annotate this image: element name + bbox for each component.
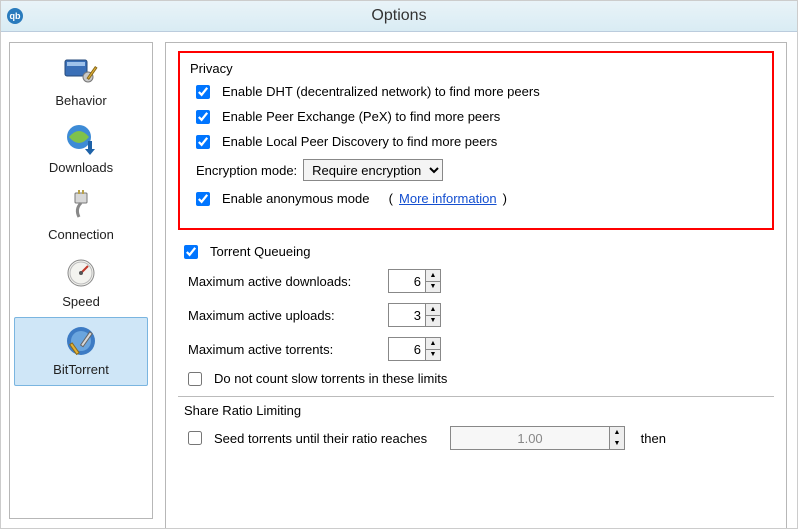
title-bar: qb Options: [1, 1, 797, 32]
seed-until-input[interactable]: [451, 427, 609, 449]
max-tor-input[interactable]: [389, 338, 425, 360]
sidebar-item-bittorrent[interactable]: BitTorrent: [14, 317, 148, 386]
anon-more-open: (: [389, 191, 393, 206]
max-ul-input[interactable]: [389, 304, 425, 326]
spinner-down-icon[interactable]: ▼: [426, 350, 440, 361]
encryption-label: Encryption mode:: [196, 163, 297, 178]
queue-enable-row: Torrent Queueing: [184, 244, 774, 259]
ratio-section-title: Share Ratio Limiting: [184, 403, 774, 418]
pex-label: Enable Peer Exchange (PeX) to find more …: [222, 109, 500, 124]
encryption-select[interactable]: Require encryption: [303, 159, 443, 181]
queue-enable-checkbox[interactable]: [184, 245, 198, 259]
max-ul-row: Maximum active uploads: ▲▼: [188, 303, 774, 327]
anon-more-close: ): [503, 191, 507, 206]
downloads-icon: [58, 120, 104, 158]
max-dl-input[interactable]: [389, 270, 425, 292]
dht-row: Enable DHT (decentralized network) to fi…: [196, 84, 762, 99]
no-slow-label: Do not count slow torrents in these limi…: [214, 371, 447, 386]
max-dl-spinner[interactable]: ▲▼: [388, 269, 441, 293]
app-icon: qb: [7, 8, 23, 24]
max-tor-row: Maximum active torrents: ▲▼: [188, 337, 774, 361]
max-tor-spinner[interactable]: ▲▼: [388, 337, 441, 361]
lpd-label: Enable Local Peer Discovery to find more…: [222, 134, 497, 149]
spinner-down-icon[interactable]: ▼: [426, 282, 440, 293]
pex-row: Enable Peer Exchange (PeX) to find more …: [196, 109, 762, 124]
seed-until-spinner[interactable]: ▲▼: [450, 426, 625, 450]
seed-until-then: then: [641, 431, 666, 446]
encryption-row: Encryption mode: Require encryption: [196, 159, 762, 181]
sidebar-item-speed[interactable]: Speed: [14, 250, 148, 317]
lpd-checkbox[interactable]: [196, 135, 210, 149]
sidebar: Behavior Downloads: [9, 42, 153, 519]
anon-checkbox[interactable]: [196, 192, 210, 206]
sidebar-item-label: Downloads: [49, 160, 113, 175]
seed-until-checkbox[interactable]: [188, 431, 202, 445]
pex-checkbox[interactable]: [196, 110, 210, 124]
no-slow-row: Do not count slow torrents in these limi…: [188, 371, 774, 386]
max-ul-spinner[interactable]: ▲▼: [388, 303, 441, 327]
options-window: qb Options Behavior: [0, 0, 798, 529]
spinner-down-icon[interactable]: ▼: [610, 438, 624, 449]
sidebar-item-label: Speed: [62, 294, 100, 309]
no-slow-checkbox[interactable]: [188, 372, 202, 386]
connection-icon: [58, 187, 104, 225]
sidebar-item-label: BitTorrent: [53, 362, 109, 377]
settings-panel: Privacy Enable DHT (decentralized networ…: [165, 42, 787, 529]
max-dl-label: Maximum active downloads:: [188, 274, 378, 289]
anon-row: Enable anonymous mode ( More information): [196, 191, 762, 206]
sidebar-item-label: Connection: [48, 227, 114, 242]
spinner-up-icon[interactable]: ▲: [426, 304, 440, 316]
dht-checkbox[interactable]: [196, 85, 210, 99]
main-area: Privacy Enable DHT (decentralized networ…: [161, 32, 797, 529]
behavior-icon: [58, 53, 104, 91]
section-divider: [178, 396, 774, 397]
anon-label: Enable anonymous mode: [222, 191, 369, 206]
sidebar-item-behavior[interactable]: Behavior: [14, 49, 148, 116]
max-ul-label: Maximum active uploads:: [188, 308, 378, 323]
speed-icon: [58, 254, 104, 292]
queue-enable-label: Torrent Queueing: [210, 244, 310, 259]
anon-more-link[interactable]: More information: [399, 191, 497, 206]
dht-label: Enable DHT (decentralized network) to fi…: [222, 84, 540, 99]
seed-until-label: Seed torrents until their ratio reaches: [214, 431, 427, 446]
bittorrent-icon: [58, 322, 104, 360]
max-tor-label: Maximum active torrents:: [188, 342, 378, 357]
window-title: Options: [371, 7, 426, 25]
privacy-section-title: Privacy: [190, 61, 762, 76]
sidebar-item-downloads[interactable]: Downloads: [14, 116, 148, 183]
privacy-section-highlight: Privacy Enable DHT (decentralized networ…: [178, 51, 774, 230]
spinner-down-icon[interactable]: ▼: [426, 316, 440, 327]
spinner-up-icon[interactable]: ▲: [610, 427, 624, 438]
max-dl-row: Maximum active downloads: ▲▼: [188, 269, 774, 293]
spinner-up-icon[interactable]: ▲: [426, 338, 440, 350]
seed-until-row: Seed torrents until their ratio reaches …: [188, 426, 774, 450]
sidebar-container: Behavior Downloads: [1, 32, 161, 529]
sidebar-item-connection[interactable]: Connection: [14, 183, 148, 250]
spinner-up-icon[interactable]: ▲: [426, 270, 440, 282]
window-body: Behavior Downloads: [1, 32, 797, 529]
sidebar-item-label: Behavior: [55, 93, 106, 108]
lpd-row: Enable Local Peer Discovery to find more…: [196, 134, 762, 149]
